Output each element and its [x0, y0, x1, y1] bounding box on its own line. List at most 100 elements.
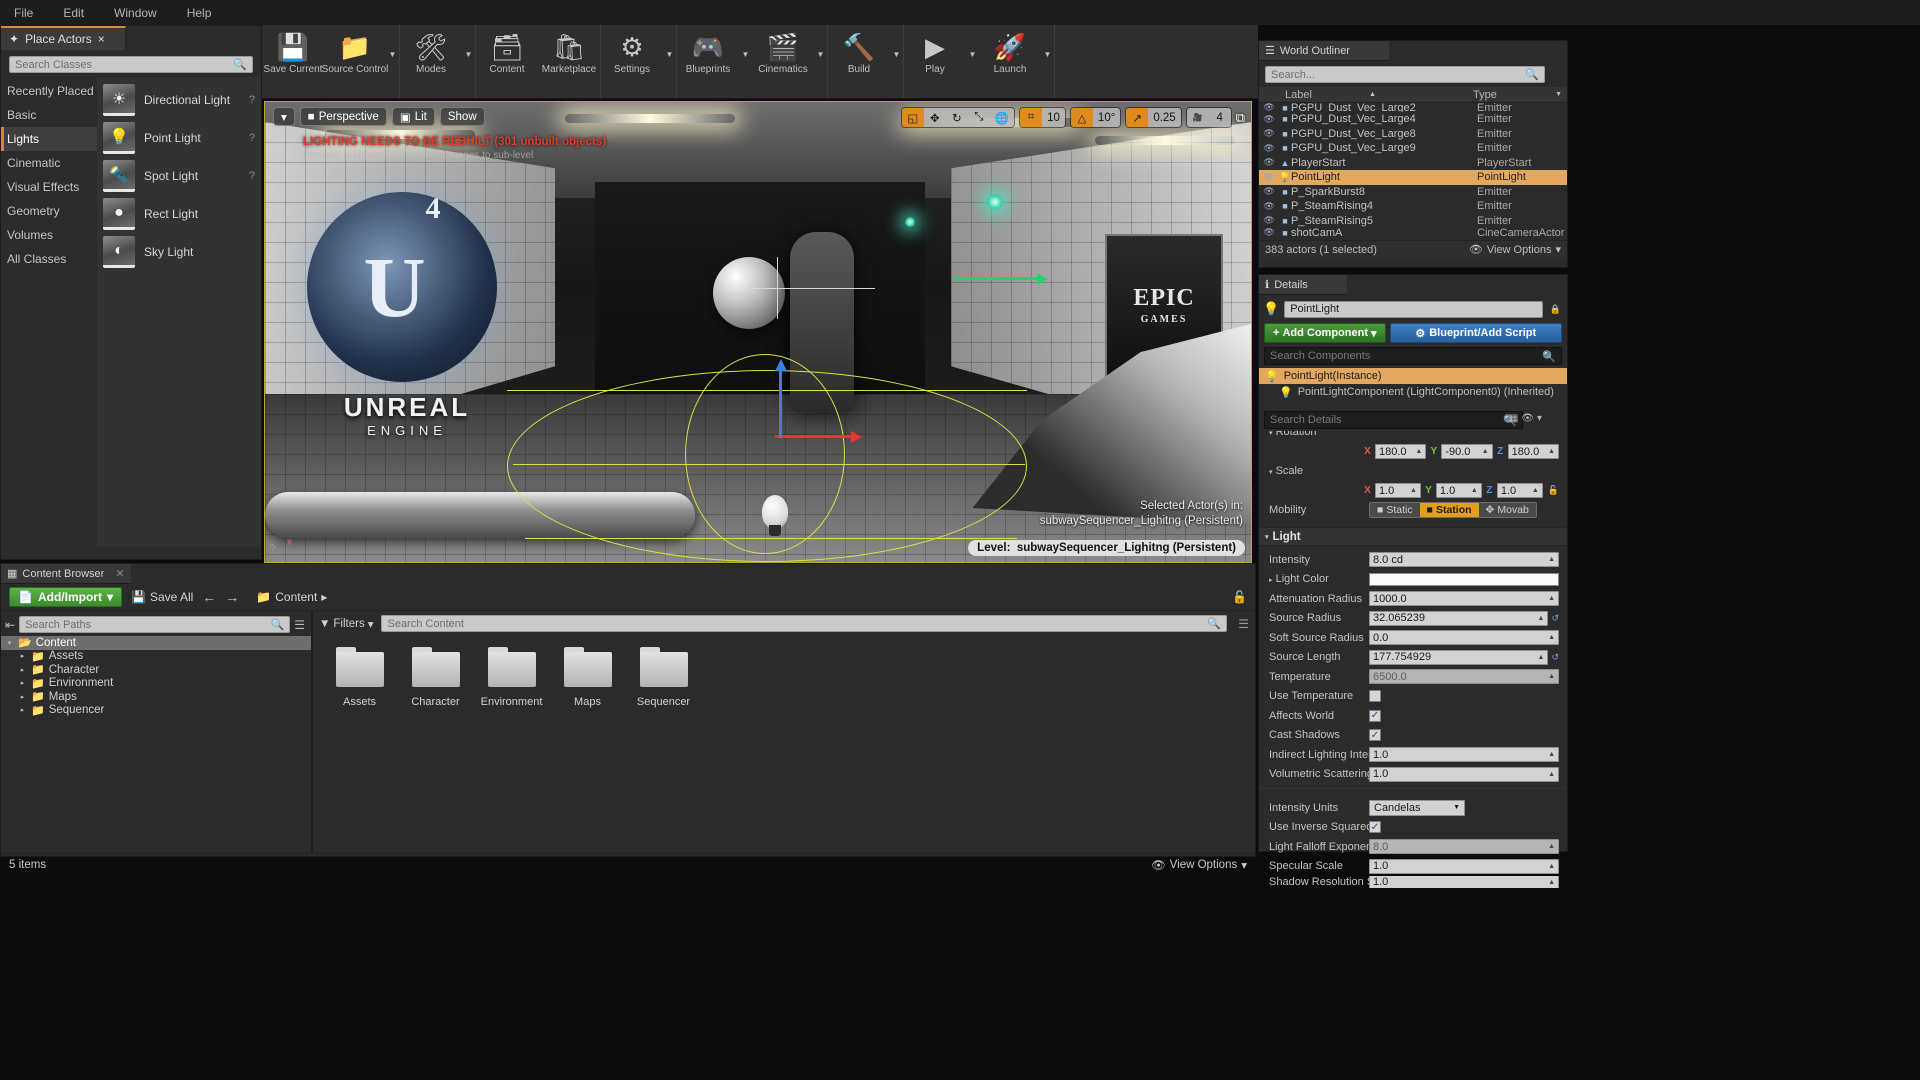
- blueprints-caret-icon[interactable]: ▼: [739, 25, 752, 98]
- column-type[interactable]: Type: [1473, 89, 1497, 101]
- build-button[interactable]: 🔨 Build: [828, 25, 890, 98]
- tree-item-sequencer[interactable]: ▸ 📁 Sequencer: [1, 704, 311, 718]
- actor-item-directional-light[interactable]: ☀ Directional Light ?: [97, 81, 261, 119]
- asset-item-maps[interactable]: Maps: [559, 647, 616, 708]
- details-tab[interactable]: ℹ Details: [1259, 275, 1347, 295]
- menu-item-window[interactable]: Window: [114, 6, 157, 20]
- table-row[interactable]: 👁 ■ P_SteamRising5 Emitter: [1259, 214, 1567, 229]
- world-coords-button[interactable]: 🌐: [989, 108, 1015, 127]
- table-row[interactable]: 👁 ▲ PlayerStart PlayerStart: [1259, 156, 1567, 171]
- marketplace-button[interactable]: 🛍 Marketplace: [538, 25, 600, 98]
- scale-snap-toggle[interactable]: ↗: [1126, 108, 1149, 127]
- outliner-search-input[interactable]: Search... 🔍: [1265, 66, 1545, 83]
- rotation-x-field[interactable]: 180.0 ▲: [1375, 444, 1427, 460]
- use-temperature-checkbox[interactable]: [1369, 690, 1381, 703]
- table-row[interactable]: 👁 ■ PGPU_Dust_Vec_Large9 Emitter: [1259, 141, 1567, 156]
- table-row-selected[interactable]: 👁 💡 PointLight PointLight: [1259, 170, 1567, 185]
- content-browser-tab[interactable]: ▦ Content Browser ✕: [1, 564, 131, 584]
- expand-triangle-icon[interactable]: ▸: [18, 693, 27, 701]
- expand-triangle-icon[interactable]: ▸: [18, 666, 27, 674]
- show-menu[interactable]: Show: [439, 107, 485, 126]
- outliner-view-options-button[interactable]: 👁 View Options ▾: [1469, 243, 1561, 257]
- lit-mode-dropdown[interactable]: ▣ Lit: [391, 107, 435, 126]
- add-import-button[interactable]: 📄 Add/Import ▾: [9, 587, 122, 607]
- volumetric-scattering-field[interactable]: 1.0 ▲: [1369, 766, 1559, 782]
- visibility-eye-icon[interactable]: 👁: [1259, 228, 1279, 237]
- search-content-input[interactable]: Search Content 🔍: [381, 615, 1227, 632]
- light-color-swatch[interactable]: [1369, 572, 1559, 586]
- rotation-z-field[interactable]: 180.0 ▲: [1507, 444, 1559, 460]
- play-button[interactable]: ▶ Play: [904, 25, 966, 98]
- search-details-input[interactable]: Search Details 🔍 ▦ 👁 ▾: [1264, 411, 1542, 429]
- mobility-static-option[interactable]: ■ Static: [1370, 503, 1420, 518]
- visibility-eye-icon[interactable]: 👁: [1259, 128, 1279, 139]
- specular-scale-field[interactable]: 1.0 ▲: [1369, 858, 1559, 874]
- lock-icon[interactable]: 🔒: [1550, 304, 1561, 315]
- level-viewport[interactable]: U4 UNREAL ENGINE EPIC GAMES ▾ ■ Perspect…: [264, 101, 1252, 563]
- asset-item-sequencer[interactable]: Sequencer: [635, 647, 692, 708]
- menu-item-help[interactable]: Help: [187, 6, 212, 20]
- settings-button[interactable]: ⚙ Settings: [601, 25, 663, 98]
- save-current-button[interactable]: 💾 Save Current: [262, 25, 324, 98]
- maximize-viewport-icon[interactable]: ⧉: [1236, 110, 1245, 126]
- breadcrumb-caret-icon[interactable]: ▸: [321, 590, 327, 604]
- breadcrumb-content[interactable]: Content: [275, 590, 317, 604]
- expand-triangle-icon[interactable]: ▸: [18, 706, 27, 714]
- launch-button[interactable]: 🚀 Launch: [979, 25, 1041, 98]
- save-all-button[interactable]: 💾 Save All: [131, 590, 193, 604]
- light-section-header[interactable]: ▾ Light: [1259, 527, 1567, 546]
- grid-snap-value[interactable]: 10: [1042, 108, 1065, 127]
- expand-triangle-icon[interactable]: ▾: [5, 639, 14, 647]
- search-paths-input[interactable]: Search Paths 🔍: [19, 616, 291, 633]
- source-radius-field[interactable]: 32.065239 ▲: [1369, 610, 1549, 626]
- modes-button[interactable]: 🛠 Modes: [400, 25, 462, 98]
- play-caret-icon[interactable]: ▼: [966, 25, 979, 98]
- reset-icon[interactable]: ↺: [1551, 613, 1559, 624]
- cinematics-caret-icon[interactable]: ▼: [814, 25, 827, 98]
- scale-y-field[interactable]: 1.0 ▲: [1435, 483, 1482, 499]
- camera-speed-icon[interactable]: 🎥: [1186, 108, 1209, 127]
- expand-triangle-icon[interactable]: ▸: [1269, 577, 1273, 584]
- lock-icon[interactable]: 🔓: [1548, 485, 1559, 496]
- help-icon[interactable]: ?: [249, 132, 255, 144]
- temperature-field[interactable]: 6500.0 ▲: [1369, 669, 1559, 685]
- asset-item-environment[interactable]: Environment: [481, 647, 542, 708]
- source-control-caret-icon[interactable]: ▼: [386, 25, 399, 98]
- viewport-options-menu[interactable]: ▾: [273, 107, 295, 126]
- tree-item-assets[interactable]: ▸ 📁 Assets: [1, 650, 311, 664]
- category-recently-placed[interactable]: Recently Placed: [1, 79, 97, 103]
- rotation-snap-toggle[interactable]: △: [1070, 108, 1093, 127]
- help-icon[interactable]: ?: [249, 170, 255, 182]
- expand-triangle-icon[interactable]: ▾: [1269, 469, 1273, 476]
- content-view-options-button[interactable]: 👁 View Options ▾: [1151, 858, 1247, 872]
- expand-triangle-icon[interactable]: ▸: [18, 652, 27, 660]
- category-lights[interactable]: Lights: [1, 127, 97, 151]
- light-falloff-exponent-field[interactable]: 8.0 ▲: [1369, 839, 1559, 855]
- table-row[interactable]: 👁 ■ PGPU_Dust_Vec_Large8 Emitter: [1259, 127, 1567, 142]
- mobility-movable-option[interactable]: ✥ Movab: [1478, 503, 1536, 518]
- blueprints-button[interactable]: 🎮 Blueprints: [677, 25, 739, 98]
- asset-item-assets[interactable]: Assets: [331, 647, 388, 708]
- help-icon[interactable]: ?: [249, 94, 255, 106]
- actor-item-sky-light[interactable]: ◐ Sky Light: [97, 233, 261, 271]
- filters-button[interactable]: ▼ Filters ▾: [319, 617, 373, 631]
- category-volumes[interactable]: Volumes: [1, 223, 97, 247]
- mobility-selector[interactable]: ■ Static ■ Station ✥ Movab: [1369, 502, 1537, 519]
- affects-world-checkbox[interactable]: ✓: [1369, 709, 1381, 722]
- visibility-eye-icon[interactable]: 👁: [1259, 215, 1279, 226]
- visibility-eye-icon[interactable]: 👁: [1259, 172, 1279, 183]
- use-inverse-squared-falloff-checkbox[interactable]: ✓: [1369, 821, 1381, 834]
- cast-shadows-checkbox[interactable]: ✓: [1369, 729, 1381, 742]
- visibility-eye-icon[interactable]: 👁: [1259, 201, 1279, 212]
- tree-item-maps[interactable]: ▸ 📁 Maps: [1, 690, 311, 704]
- visibility-eye-icon[interactable]: 👁: [1259, 114, 1279, 125]
- sources-view-options-icon[interactable]: ☰: [294, 618, 305, 632]
- menu-item-edit[interactable]: Edit: [63, 6, 84, 20]
- actor-item-rect-light[interactable]: ● Rect Light: [97, 195, 261, 233]
- close-icon[interactable]: ×: [98, 32, 105, 46]
- table-row[interactable]: 👁 ■ P_SparkBurst8 Emitter: [1259, 185, 1567, 200]
- scale-z-field[interactable]: 1.0 ▲: [1496, 483, 1543, 499]
- scale-snap-value[interactable]: 0.25: [1148, 108, 1181, 127]
- table-row[interactable]: 👁 ■ P_SteamRising4 Emitter: [1259, 199, 1567, 214]
- chevron-down-icon[interactable]: ▼: [1555, 91, 1562, 98]
